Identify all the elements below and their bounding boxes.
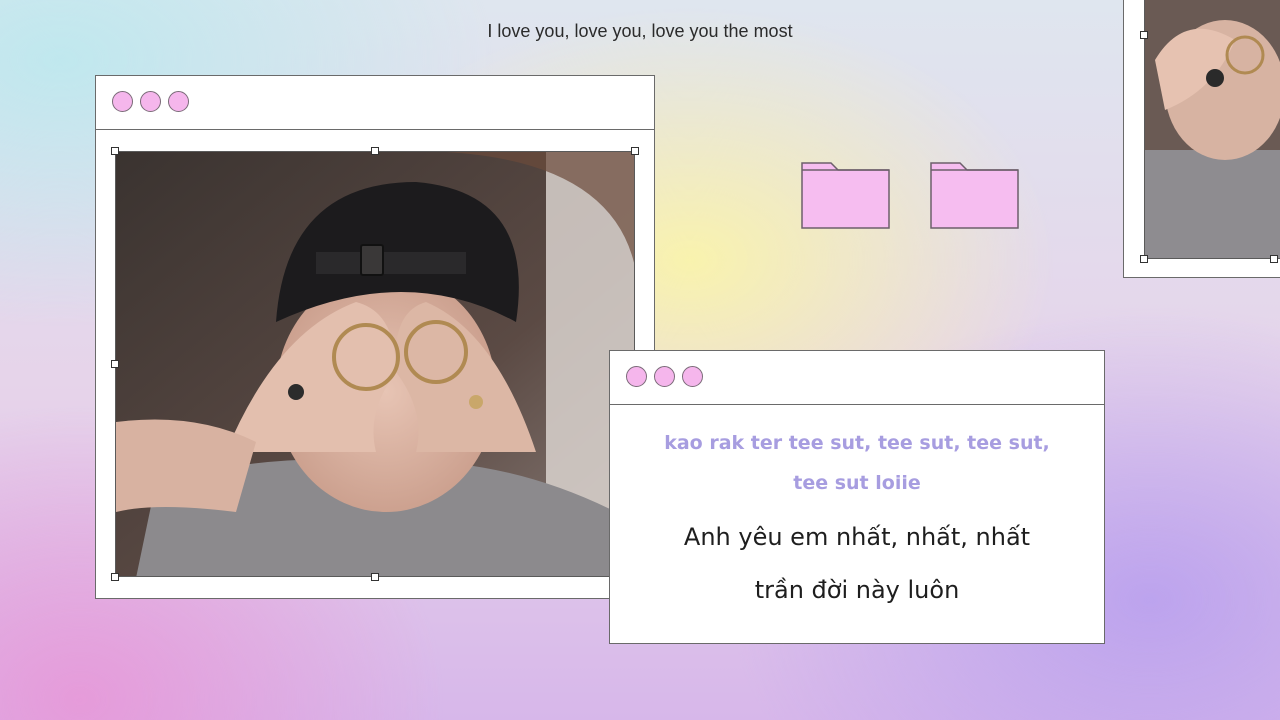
lyric-window[interactable]: kao rak ter tee sut, tee sut, tee sut, t…	[609, 350, 1105, 644]
romanized-lyrics: kao rak ter tee sut, tee sut, tee sut, t…	[610, 423, 1104, 503]
side-photo-illustration	[1145, 0, 1280, 258]
lyric-body: kao rak ter tee sut, tee sut, tee sut, t…	[610, 405, 1104, 617]
window-dot-3[interactable]	[682, 366, 703, 387]
top-lyric: I love you, love you, love you the most	[487, 21, 793, 41]
window-dot-2[interactable]	[654, 366, 675, 387]
resize-handle-top-left[interactable]	[111, 147, 119, 155]
side-resize-handle-bottom-left[interactable]	[1140, 255, 1148, 263]
resize-handle-top[interactable]	[371, 147, 379, 155]
side-resize-handle-left[interactable]	[1140, 31, 1148, 39]
vietnamese-line-1: Anh yêu em nhất, nhất, nhất	[683, 523, 1031, 551]
photo-window-titlebar[interactable]	[96, 76, 654, 130]
side-photo-window[interactable]	[1123, 0, 1280, 278]
window-dot-1[interactable]	[626, 366, 647, 387]
window-dot-2[interactable]	[140, 91, 161, 112]
folder-icon[interactable]	[930, 160, 1020, 230]
resize-handle-left[interactable]	[111, 360, 119, 368]
window-dot-1[interactable]	[112, 91, 133, 112]
window-dot-3[interactable]	[168, 91, 189, 112]
side-resize-handle-bottom-right[interactable]	[1270, 255, 1278, 263]
folder-icon[interactable]	[801, 160, 891, 230]
window-controls	[112, 91, 189, 112]
resize-handle-bottom[interactable]	[371, 573, 379, 581]
vietnamese-line-2: trần đời này luôn	[754, 576, 960, 604]
romanized-line-1: kao rak ter tee sut, tee sut, tee sut,	[664, 432, 1050, 454]
romanized-line-2: tee sut loiie	[793, 472, 921, 494]
photo-image	[115, 151, 635, 577]
window-controls	[626, 366, 703, 387]
vietnamese-lyrics: Anh yêu em nhất, nhất, nhất trần đời này…	[610, 511, 1104, 617]
photo-window[interactable]	[95, 75, 655, 599]
resize-handle-top-right[interactable]	[631, 147, 639, 155]
side-photo-image	[1144, 0, 1280, 259]
photo-illustration	[116, 152, 634, 576]
lyric-window-titlebar[interactable]	[610, 351, 1104, 405]
resize-handle-bottom-left[interactable]	[111, 573, 119, 581]
